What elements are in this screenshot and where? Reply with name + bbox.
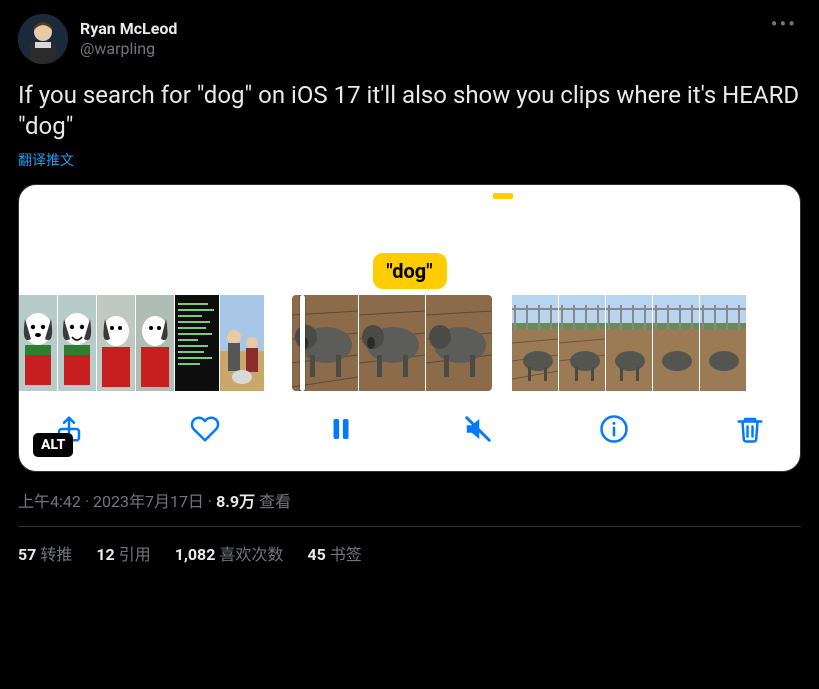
tweet-stats: 57转推 12引用 1,082喜欢次数 45书签 [18, 541, 801, 565]
views-count: 8.9万 [216, 492, 255, 511]
clip-frame [653, 295, 699, 391]
display-name[interactable]: Ryan McLeod [80, 19, 177, 39]
clip-group-3 [512, 295, 746, 391]
stat-retweets[interactable]: 57转推 [18, 541, 72, 565]
timeline-gap [492, 295, 512, 391]
mute-icon[interactable] [462, 413, 494, 445]
scrubber-handle-icon[interactable] [300, 295, 305, 391]
clip-frame [359, 295, 425, 391]
translate-link[interactable]: 翻译推文 [18, 150, 801, 170]
video-timeline[interactable] [19, 295, 800, 391]
stat-bookmarks[interactable]: 45书签 [307, 541, 361, 565]
clip-frame [19, 295, 57, 391]
clip-frame [175, 295, 219, 391]
alt-badge[interactable]: ALT [33, 433, 73, 457]
author-names: Ryan McLeod @warpling [80, 19, 177, 59]
tweet-date[interactable]: 2023年7月17日 [93, 492, 204, 511]
clip-frame [606, 295, 652, 391]
divider [18, 526, 801, 527]
tweet-header: Ryan McLeod @warpling [18, 14, 801, 64]
tweet-meta: 上午4:42 · 2023年7月17日 · 8.9万 查看 [18, 488, 801, 512]
more-options-button[interactable]: ••• [771, 12, 797, 36]
media-toolbar [19, 391, 800, 471]
trash-icon[interactable] [734, 413, 766, 445]
clip-frame [220, 295, 264, 391]
stat-quotes[interactable]: 12引用 [96, 541, 150, 565]
clip-group-1 [19, 295, 264, 391]
clip-frame [97, 295, 135, 391]
clip-frame [426, 295, 492, 391]
handle[interactable]: @warpling [80, 39, 177, 59]
tweet-media[interactable]: "dog" [18, 184, 801, 472]
info-icon[interactable] [598, 413, 630, 445]
views-label: 查看 [255, 492, 291, 511]
clip-frame [559, 295, 605, 391]
tweet-text: If you search for "dog" on iOS 17 it'll … [18, 80, 801, 142]
clip-frame [700, 295, 746, 391]
avatar-image [18, 14, 68, 64]
clip-frame [58, 295, 96, 391]
clip-frame [512, 295, 558, 391]
stat-likes[interactable]: 1,082喜欢次数 [175, 541, 284, 565]
clip-group-2 [292, 295, 492, 391]
search-keyword-badge: "dog" [372, 253, 446, 289]
tweet-time[interactable]: 上午4:42 [18, 492, 81, 511]
heart-icon[interactable] [189, 413, 221, 445]
keyword-marker-icon [493, 193, 513, 199]
tweet-container: ••• Ryan McLeod @warpling If you search … [0, 0, 819, 579]
pause-icon[interactable] [325, 413, 357, 445]
clip-frame [136, 295, 174, 391]
media-header-area: "dog" [19, 185, 800, 295]
avatar[interactable] [18, 14, 68, 64]
timeline-gap [264, 295, 292, 391]
